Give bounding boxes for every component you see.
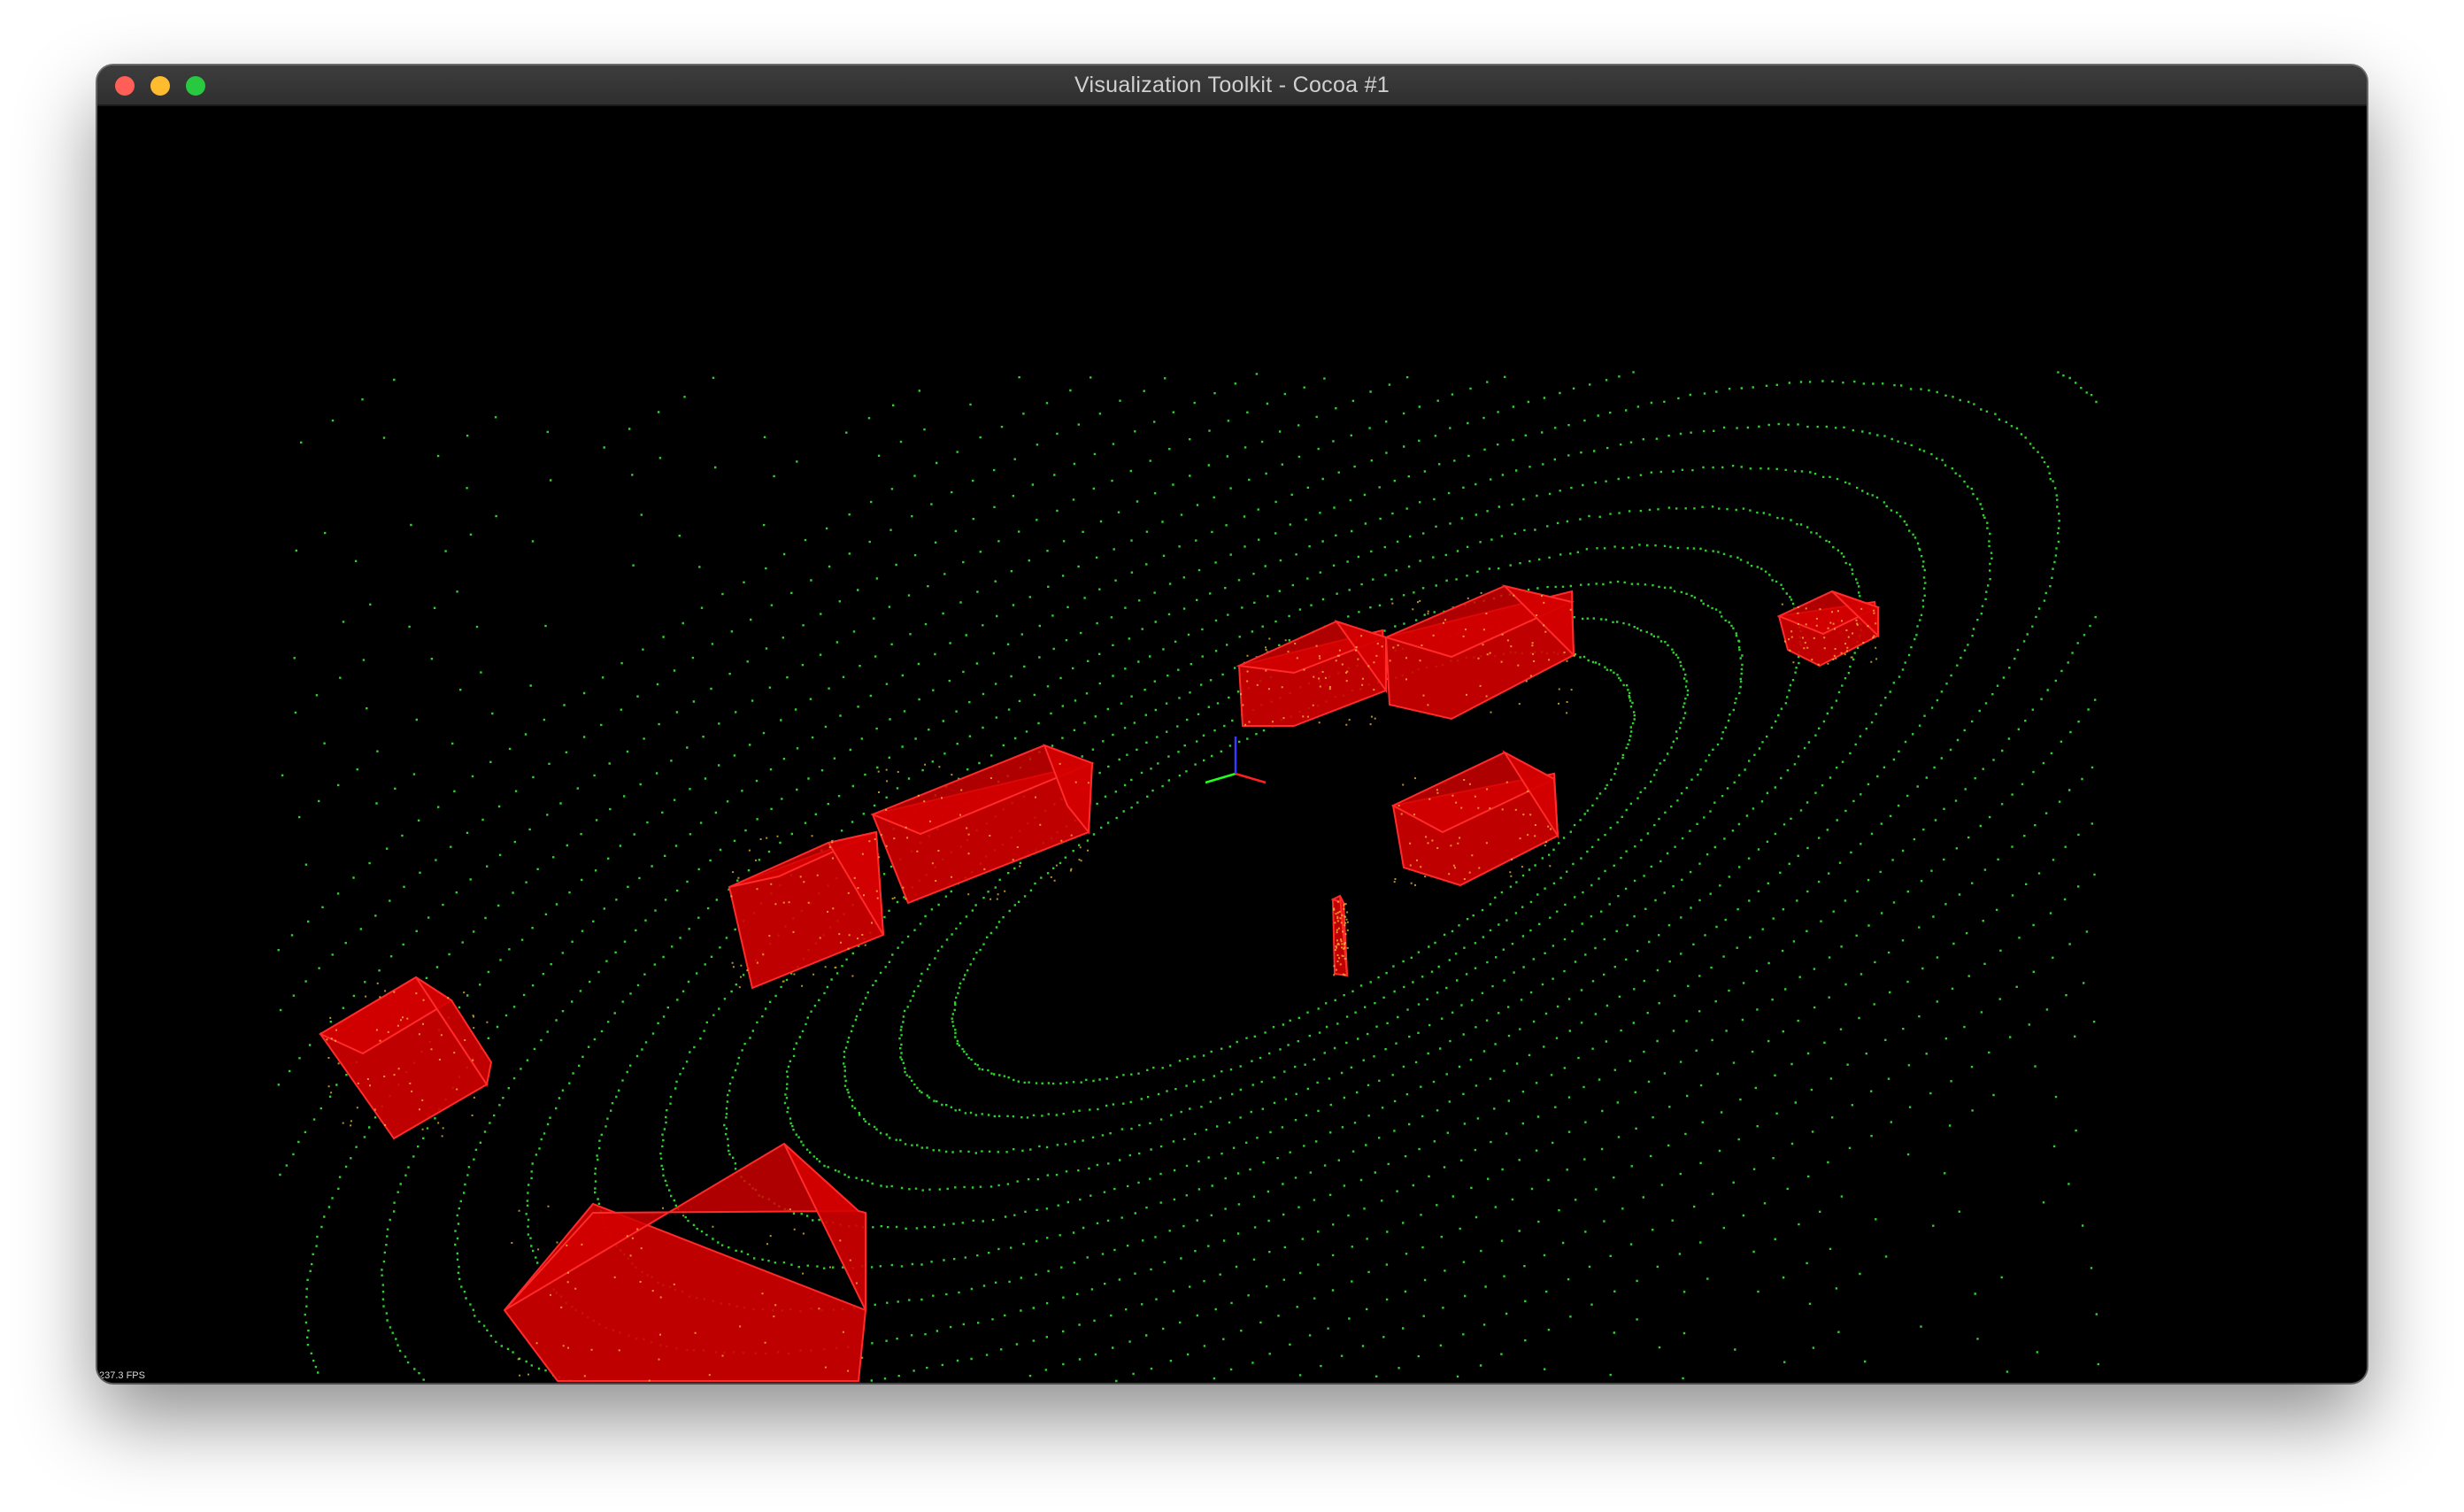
axis-y-line bbox=[1205, 772, 1236, 784]
bounding-boxes bbox=[318, 584, 1881, 1382]
bounding-box-9 bbox=[1330, 894, 1349, 977]
lidar-point-cloud bbox=[277, 371, 2099, 1383]
window-title: Visualization Toolkit - Cocoa #1 bbox=[1074, 73, 1390, 97]
title-bar[interactable]: Visualization Toolkit - Cocoa #1 bbox=[97, 66, 2367, 106]
bounding-box-2 bbox=[318, 976, 493, 1140]
bounding-box-1 bbox=[503, 1142, 867, 1382]
fps-counter: 237.3 FPS bbox=[99, 1370, 145, 1381]
point-cloud-points bbox=[277, 371, 2099, 1383]
render-viewport[interactable]: 237.3 FPS bbox=[97, 106, 2367, 1383]
orientation-axes-icon bbox=[1205, 737, 1267, 784]
vtk-render-window[interactable]: Visualization Toolkit - Cocoa #1 237.3 F… bbox=[97, 66, 2367, 1383]
bounding-box-3 bbox=[728, 830, 885, 990]
axis-x-line bbox=[1235, 772, 1267, 784]
point-cloud-scene[interactable] bbox=[97, 106, 2367, 1383]
bounding-box-8 bbox=[1776, 590, 1881, 667]
bounding-box-7 bbox=[1390, 750, 1559, 887]
desktop: Visualization Toolkit - Cocoa #1 237.3 F… bbox=[0, 0, 2464, 1512]
bounding-box-5 bbox=[1236, 620, 1390, 727]
bounding-box-4 bbox=[870, 744, 1095, 905]
bounding-box-6 bbox=[1383, 584, 1575, 721]
